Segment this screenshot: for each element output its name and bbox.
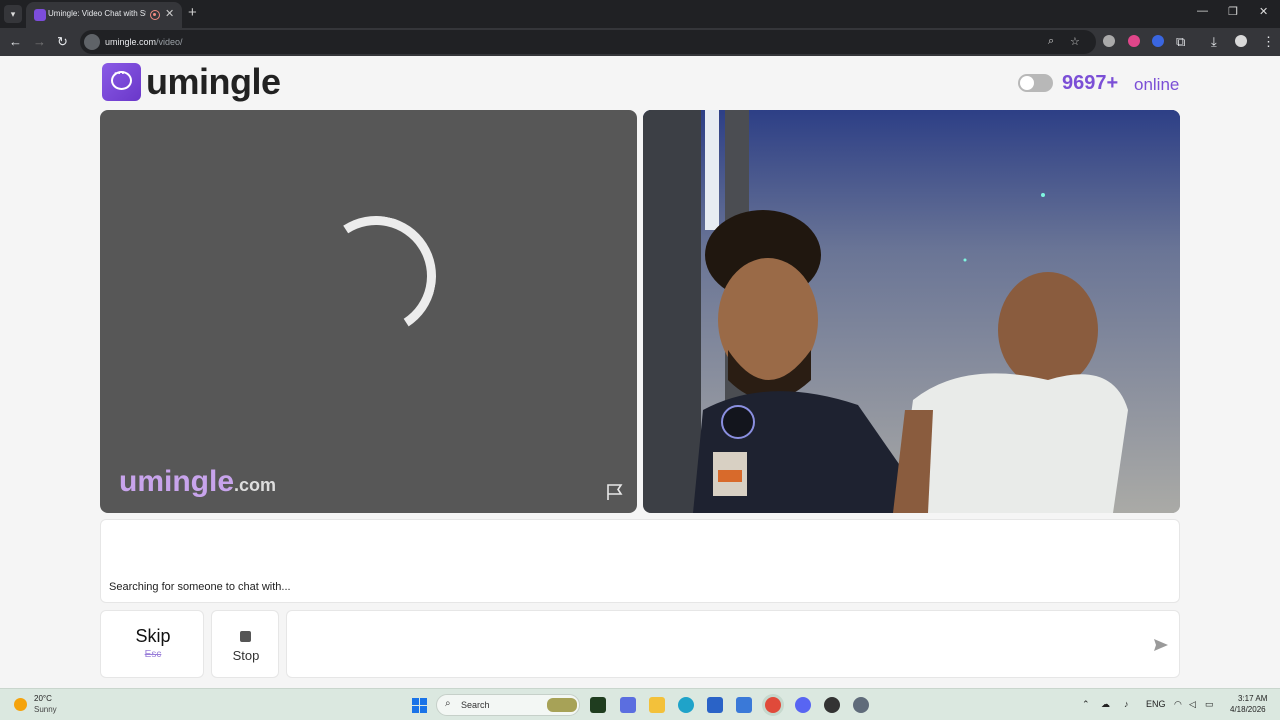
logo-text[interactable]: umingle — [146, 61, 281, 103]
tray-chevron-up-icon[interactable]: ⌃ — [1082, 699, 1090, 710]
volume-icon[interactable]: ◁ — [1189, 699, 1196, 710]
downloads-icon[interactable]: ⤓ — [1211, 34, 1217, 50]
url-text: umingle.com/video/ — [105, 37, 183, 47]
taskbar-search-label: Search — [461, 700, 490, 710]
report-flag-icon[interactable] — [606, 483, 624, 501]
minimize-icon[interactable]: — — [1197, 5, 1208, 17]
tab-search-dropdown-icon[interactable]: ▾ — [4, 5, 22, 23]
profile-avatar[interactable] — [1235, 35, 1247, 47]
stop-button-label: Stop — [232, 648, 260, 663]
self-video — [643, 110, 1180, 513]
watermark-tld: .com — [234, 475, 277, 495]
umingle-logo-icon[interactable] — [102, 63, 141, 101]
skip-button[interactable]: Skip Esc — [100, 610, 204, 678]
wifi-icon[interactable]: ◠ — [1174, 699, 1182, 710]
chat-status-text: Searching for someone to chat with... — [109, 581, 291, 593]
address-bar[interactable]: umingle.com/video/ ⌕ ☆ — [80, 30, 1096, 54]
video-watermark: umingle.com — [119, 465, 276, 499]
restore-icon[interactable]: ❐ — [1228, 5, 1238, 18]
weather-condition[interactable]: Sunny — [34, 705, 57, 714]
online-label: online — [1134, 75, 1180, 94]
reload-icon[interactable]: ↻ — [57, 34, 68, 50]
back-icon[interactable]: ← — [9, 34, 22, 49]
tab-title: Umingle: Video Chat with Strangers — [48, 9, 146, 18]
taskbar: 20°C Sunny ⌕ Search ⌃ ☁ ♪ ENG ◠ ◁ ▭ 3:17… — [0, 688, 1280, 720]
stranger-video: umingle.com — [100, 110, 637, 513]
recording-indicator-icon — [150, 10, 160, 20]
message-input[interactable] — [297, 619, 1137, 669]
edge-browser-icon[interactable] — [678, 697, 694, 713]
copilot-app-icon[interactable] — [620, 697, 636, 713]
chat-log: Searching for someone to chat with... — [100, 519, 1180, 603]
windows-start-icon[interactable] — [412, 698, 427, 713]
bookmark-star-icon[interactable]: ☆ — [1070, 35, 1080, 48]
webcam-feed-image — [643, 110, 1180, 513]
clock-date[interactable]: 4/18/2026 — [1230, 705, 1266, 714]
stop-button[interactable]: Stop — [211, 610, 279, 678]
chat-bubble-icon — [111, 68, 132, 90]
browser-tab[interactable]: Umingle: Video Chat with Strangers ✕ — [26, 2, 182, 28]
extension-pen-icon[interactable] — [1128, 35, 1140, 47]
extension-vpn-icon[interactable] — [1152, 35, 1164, 47]
theme-toggle[interactable] — [1018, 74, 1053, 92]
discord-app-icon[interactable] — [795, 697, 811, 713]
settings-gear-icon[interactable] — [853, 697, 869, 713]
skip-button-label: Skip — [135, 626, 171, 646]
browser-toolbar: ← → ↻ umingle.com/video/ ⌕ ☆ ⧉ ⤓ ⋮ — [0, 28, 1280, 56]
stop-icon — [240, 631, 251, 642]
battery-icon[interactable]: ▭ — [1205, 699, 1214, 710]
extensions-puzzle-icon[interactable]: ⧉ — [1176, 34, 1185, 50]
search-highlight-image — [547, 698, 577, 712]
terminal-app-icon[interactable] — [590, 697, 606, 713]
weather-temperature[interactable]: 20°C — [34, 694, 52, 703]
file-explorer-icon[interactable] — [649, 697, 665, 713]
online-count: 9697+ — [1062, 72, 1119, 94]
tab-close-icon[interactable]: ✕ — [165, 7, 174, 20]
taskbar-search[interactable]: ⌕ Search — [436, 694, 580, 716]
onedrive-icon[interactable]: ☁ — [1101, 699, 1110, 710]
loading-spinner-icon — [304, 204, 448, 348]
browser-menu-icon[interactable]: ⋮ — [1262, 34, 1275, 50]
umingle-favicon-icon — [34, 9, 46, 21]
forward-icon[interactable]: → — [33, 34, 46, 49]
chrome-app-icon[interactable] — [765, 697, 781, 713]
site-info-icon[interactable] — [84, 34, 100, 50]
skip-shortcut-hint: Esc — [144, 649, 162, 660]
clock-time[interactable]: 3:17 AM — [1238, 694, 1267, 703]
window-close-icon[interactable]: ✕ — [1259, 5, 1268, 18]
microphone-icon[interactable]: ♪ — [1124, 699, 1129, 709]
new-tab-icon[interactable]: + — [188, 4, 197, 21]
message-input-box[interactable] — [286, 610, 1180, 678]
search-icon: ⌕ — [445, 698, 451, 709]
obs-app-icon[interactable] — [824, 697, 840, 713]
mail-app-icon[interactable] — [736, 697, 752, 713]
store-app-icon[interactable] — [707, 697, 723, 713]
url-path: /video/ — [156, 37, 183, 47]
language-indicator[interactable]: ENG — [1146, 699, 1166, 709]
page: umingle 9697+ online umingle.com — [0, 56, 1280, 688]
extension-icon[interactable] — [1103, 35, 1115, 47]
weather-sun-icon[interactable] — [14, 698, 27, 711]
toggle-knob — [1020, 76, 1034, 90]
url-host: umingle.com — [105, 37, 157, 47]
send-icon[interactable] — [1153, 637, 1169, 653]
watermark-name: umingle — [119, 465, 235, 498]
zoom-icon[interactable]: ⌕ — [1048, 35, 1054, 48]
browser-tab-bar: ▾ Umingle: Video Chat with Strangers ✕ +… — [0, 0, 1280, 28]
